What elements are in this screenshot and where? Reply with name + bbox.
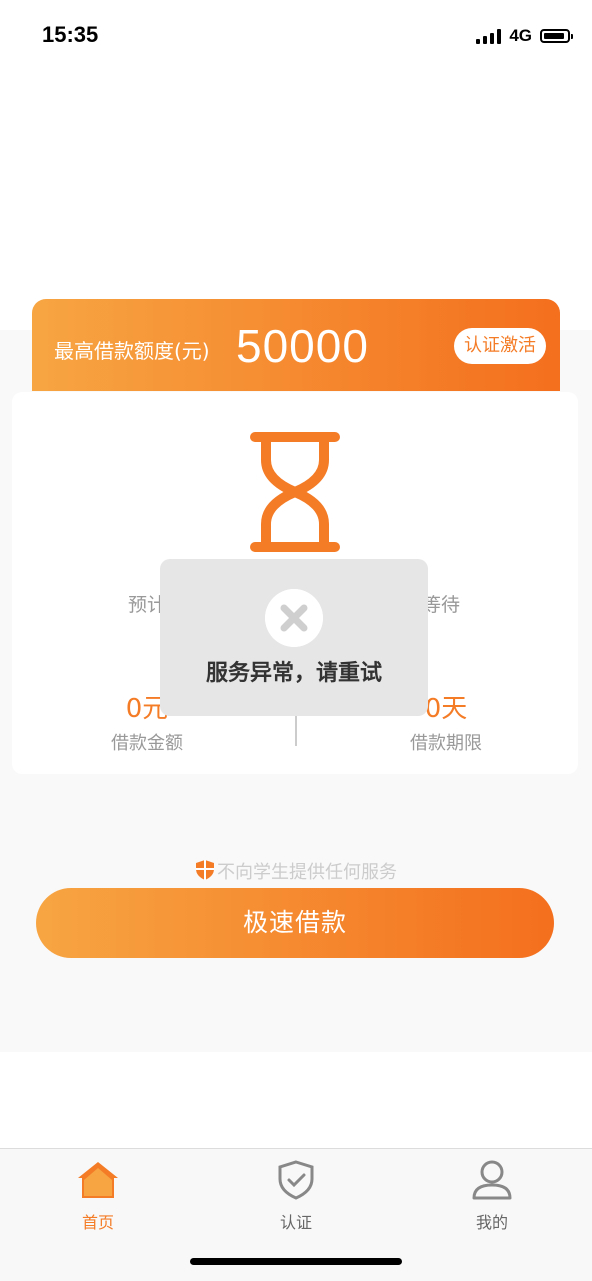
home-indicator[interactable] <box>190 1258 402 1265</box>
status-time: 15:35 <box>42 22 99 47</box>
hourglass-icon <box>250 432 340 552</box>
status-bar: 15:35 4G <box>0 0 592 72</box>
status-indicators: 4G <box>476 26 573 46</box>
home-icon <box>78 1162 118 1198</box>
activate-button[interactable]: 认证激活 <box>454 328 546 364</box>
tab-verify[interactable]: 认证 <box>236 1159 356 1233</box>
tab-home[interactable]: 首页 <box>38 1159 158 1233</box>
error-toast: 服务异常，请重试 <box>160 559 428 716</box>
quota-banner: 最高借款额度(元) 50000 认证激活 <box>32 299 560 391</box>
tab-mine[interactable]: 我的 <box>432 1159 552 1233</box>
network-label: 4G <box>509 26 532 45</box>
quick-loan-button[interactable]: 极速借款 <box>36 888 554 958</box>
tab-verify-label: 认证 <box>279 1213 312 1232</box>
shield-check-icon <box>278 1160 314 1200</box>
quota-label: 最高借款额度(元) <box>54 339 210 363</box>
student-notice-text: 不向学生提供任何服务 <box>217 862 397 883</box>
tab-mine-label: 我的 <box>475 1213 508 1232</box>
quota-value: 50000 <box>236 320 369 372</box>
battery-icon <box>540 29 573 43</box>
shield-icon <box>196 860 214 880</box>
signal-icon <box>476 28 502 44</box>
user-icon <box>472 1160 512 1200</box>
close-icon <box>265 589 323 647</box>
loan-amount-label: 借款金额 <box>111 733 183 754</box>
toast-message: 服务异常，请重试 <box>205 661 382 686</box>
loan-term-label: 借款期限 <box>410 733 482 754</box>
stat-divider <box>295 714 297 746</box>
student-notice: 不向学生提供任何服务 <box>0 858 592 884</box>
tab-home-label: 首页 <box>81 1213 114 1232</box>
